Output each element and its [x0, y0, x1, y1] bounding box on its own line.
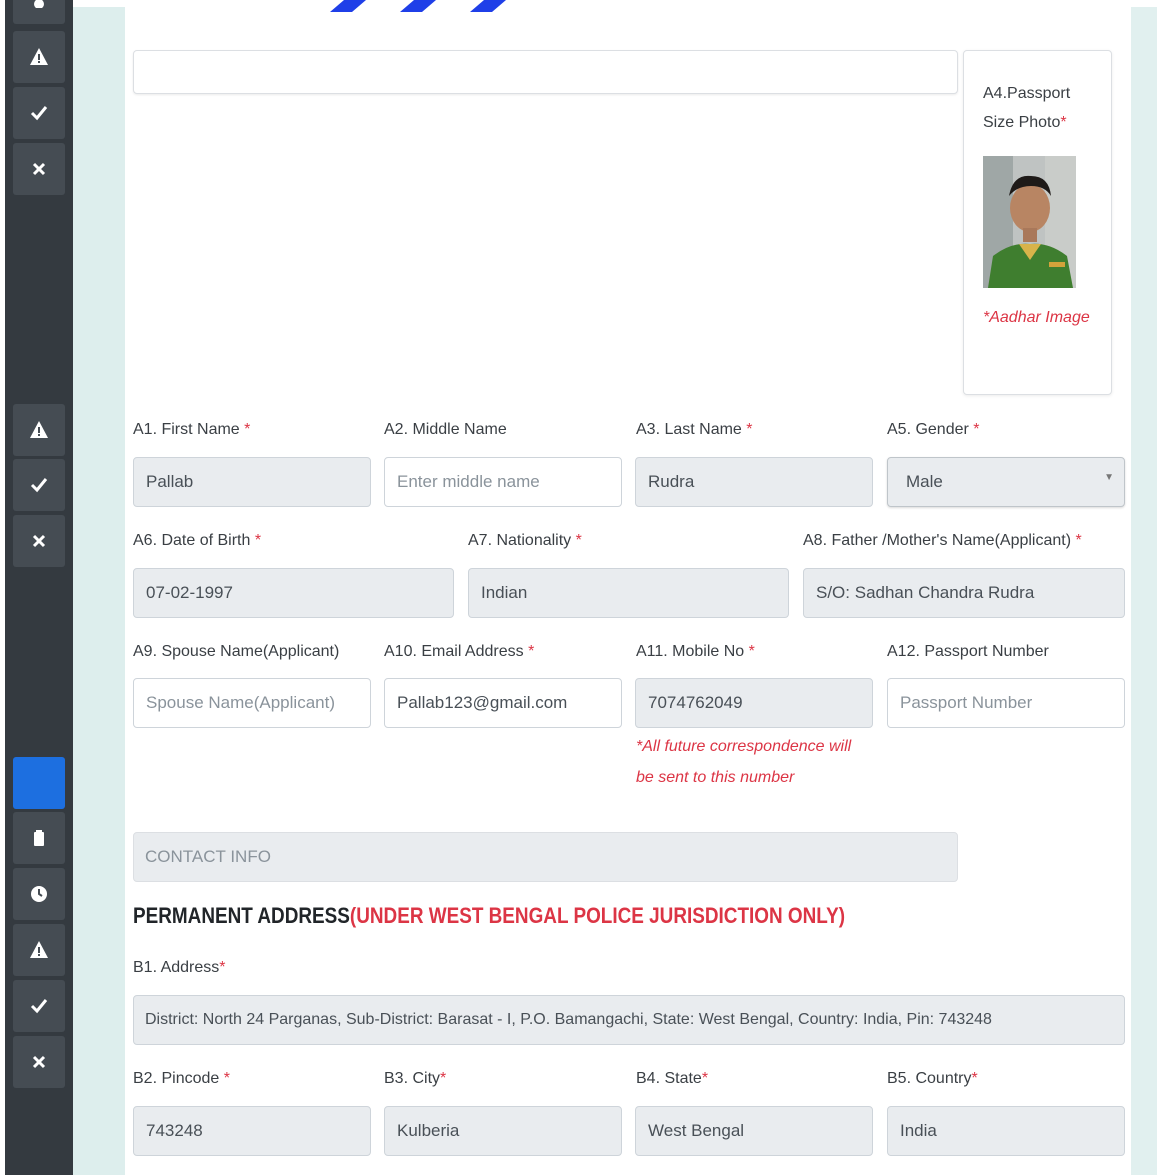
top-edge [0, 0, 1157, 7]
spouse-name-label: A9. Spouse Name(Applicant) [133, 643, 340, 660]
circle-icon [34, 0, 44, 8]
address-label: B1. Address* [133, 959, 226, 976]
parent-name-label: A8. Father /Mother's Name(Applicant) * [803, 532, 1082, 549]
top-empty-field[interactable] [133, 50, 958, 94]
gender-label: A5. Gender * [887, 421, 980, 438]
passport-number-field[interactable]: Passport Number [887, 678, 1125, 728]
aadhar-image-note: *Aadhar Image [983, 309, 1090, 326]
page-gutter-left [73, 0, 125, 1175]
dob-field[interactable]: 07-02-1997 [133, 568, 454, 618]
nationality-field[interactable]: Indian [468, 568, 789, 618]
sidebar-check-button[interactable] [13, 459, 65, 511]
sidebar-warning-button[interactable] [13, 404, 65, 456]
close-icon [32, 162, 46, 176]
sidebar [5, 0, 73, 1175]
sidebar-button-partial[interactable] [13, 0, 65, 24]
clock-icon [31, 886, 47, 902]
mobile-note: *All future correspondence will be sent … [636, 738, 852, 786]
parent-name-field[interactable]: S/O: Sadhan Chandra Rudra [803, 568, 1125, 618]
sidebar-active-button[interactable] [13, 757, 65, 809]
check-icon [30, 478, 48, 493]
country-label: B5. Country* [887, 1070, 978, 1087]
warning-icon [30, 48, 48, 65]
state-label: B4. State* [636, 1070, 709, 1087]
warning-icon [30, 421, 48, 438]
spouse-name-field[interactable]: Spouse Name(Applicant) [133, 678, 371, 728]
city-label: B3. City* [384, 1070, 447, 1087]
sidebar-close-button[interactable] [13, 143, 65, 195]
mobile-field[interactable]: 7074762049 [635, 678, 873, 728]
address-field[interactable]: District: North 24 Parganas, Sub-Distric… [133, 995, 1125, 1045]
sidebar-close-button[interactable] [13, 1036, 65, 1088]
check-icon [30, 999, 48, 1014]
caret-down-icon: ▼ [1104, 472, 1114, 483]
nationality-label: A7. Nationality * [468, 532, 582, 549]
email-field[interactable]: Pallab123@gmail.com [384, 678, 622, 728]
middle-name-field[interactable]: Enter middle name [384, 457, 622, 507]
sidebar-warning-button[interactable] [13, 31, 65, 83]
pincode-field[interactable]: 743248 [133, 1106, 371, 1156]
close-icon [32, 534, 46, 548]
sidebar-check-button[interactable] [13, 87, 65, 139]
first-name-field[interactable]: Pallab [133, 457, 371, 507]
contact-info-bar[interactable]: CONTACT INFO [133, 832, 958, 882]
state-field[interactable]: West Bengal [635, 1106, 873, 1156]
middle-name-label: A2. Middle Name [384, 421, 507, 438]
passport-photo[interactable] [983, 156, 1076, 288]
sidebar-clock-button[interactable] [13, 868, 65, 920]
warning-icon [30, 941, 48, 958]
sidebar-clipboard-button[interactable] [13, 812, 65, 864]
clipboard-icon [34, 830, 44, 846]
photo-label: A4.Passport Size Photo* [983, 85, 1071, 131]
clipboard-active-icon [29, 773, 49, 793]
close-icon [32, 1055, 46, 1069]
passport-number-label: A12. Passport Number [887, 643, 1049, 660]
last-name-field[interactable]: Rudra [635, 457, 873, 507]
first-name-label: A1. First Name * [133, 421, 251, 438]
last-name-label: A3. Last Name * [636, 421, 753, 438]
passport-photo-card: A4.Passport Size Photo* *Aadhar Image [963, 50, 1112, 395]
check-icon [30, 106, 48, 121]
pincode-label: B2. Pincode * [133, 1070, 230, 1087]
country-field[interactable]: India [887, 1106, 1125, 1156]
email-label: A10. Email Address * [384, 643, 535, 660]
city-field[interactable]: Kulberia [384, 1106, 622, 1156]
person-photo-icon [983, 156, 1076, 288]
sidebar-check-button[interactable] [13, 980, 65, 1032]
permanent-address-heading: PERMANENT ADDRESS(UNDER WEST BENGAL POLI… [133, 903, 846, 928]
gender-select[interactable]: Male ▼ [887, 457, 1125, 507]
mobile-label: A11. Mobile No * [636, 643, 755, 660]
sidebar-warning-button[interactable] [13, 924, 65, 976]
dob-label: A6. Date of Birth * [133, 532, 262, 549]
page-gutter-right [1131, 0, 1157, 1175]
chevron-decoration-icon [330, 0, 506, 12]
sidebar-close-button[interactable] [13, 515, 65, 567]
